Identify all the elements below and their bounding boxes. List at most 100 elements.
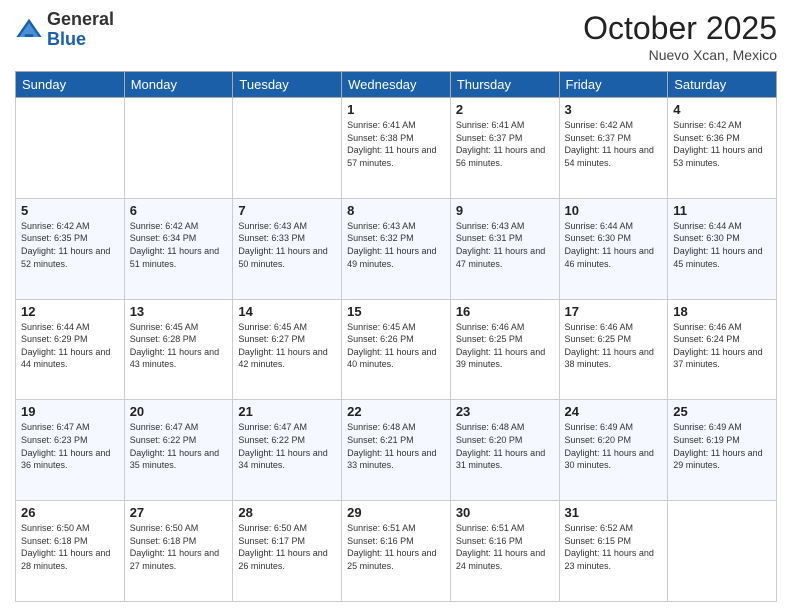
day-number: 1 xyxy=(347,102,445,117)
day-cell-10: 10Sunrise: 6:44 AM Sunset: 6:30 PM Dayli… xyxy=(559,198,668,299)
day-number: 14 xyxy=(238,304,336,319)
calendar-table: SundayMondayTuesdayWednesdayThursdayFrid… xyxy=(15,71,777,602)
day-cell-7: 7 Sunrise: 6:43 AM Sunset: 6:33 PM Daylig… xyxy=(233,198,342,299)
day-info: Sunrise: 6:51 AM Sunset: 6:16 PM Dayligh… xyxy=(347,522,445,572)
day-info: Sunrise: 6:47 AM Sunset: 6:22 PM Dayligh… xyxy=(238,421,336,471)
day-number: 6 xyxy=(130,203,228,218)
day-number: 30 xyxy=(456,505,554,520)
day-info: Sunrise: 6:43 AM Sunset: 6:33 PM Dayligh… xyxy=(238,220,336,270)
day-number: 11 xyxy=(673,203,771,218)
day-info: Sunrise: 6:49 AM Sunset: 6:19 PM Dayligh… xyxy=(673,421,771,471)
day-cell-29: 29 Sunrise: 6:51 AM Sunset: 6:16 PM Dayli… xyxy=(342,501,451,602)
title-block: October 2025 Nuevo Xcan, Mexico xyxy=(583,10,777,63)
day-info: Sunrise: 6:45 AM Sunset: 6:28 PM Dayligh… xyxy=(130,321,228,371)
day-info: Sunrise: 6:47 AM Sunset: 6:22 PM Dayligh… xyxy=(130,421,228,471)
day-cell-4: 4 Sunrise: 6:42 AM Sunset: 6:36 PM Daylig… xyxy=(668,98,777,199)
day-info: Sunrise: 6:44 AM Sunset: 6:30 PM Dayligh… xyxy=(673,220,771,270)
day-info: Sunrise: 6:43 AM Sunset: 6:32 PM Dayligh… xyxy=(347,220,445,270)
day-number: 23 xyxy=(456,404,554,419)
day-number: 5 xyxy=(21,203,119,218)
col-header-sunday: Sunday xyxy=(16,72,125,98)
day-info: Sunrise: 6:42 AM Sunset: 6:34 PM Dayligh… xyxy=(130,220,228,270)
day-info: Sunrise: 6:44 AM Sunset: 6:29 PM Dayligh… xyxy=(21,321,119,371)
empty-cell xyxy=(233,98,342,199)
day-number: 13 xyxy=(130,304,228,319)
day-cell-24: 24 Sunrise: 6:49 AM Sunset: 6:20 PM Dayli… xyxy=(559,400,668,501)
empty-cell xyxy=(124,98,233,199)
logo-icon xyxy=(15,16,43,44)
empty-cell xyxy=(668,501,777,602)
day-number: 18 xyxy=(673,304,771,319)
day-info: Sunrise: 6:42 AM Sunset: 6:35 PM Dayligh… xyxy=(21,220,119,270)
day-cell-14: 14 Sunrise: 6:45 AM Sunset: 6:27 PM Dayli… xyxy=(233,299,342,400)
week-row-4: 19Sunrise: 6:47 AM Sunset: 6:23 PM Dayli… xyxy=(16,400,777,501)
day-cell-25: 25 Sunrise: 6:49 AM Sunset: 6:19 PM Dayli… xyxy=(668,400,777,501)
col-header-monday: Monday xyxy=(124,72,233,98)
day-info: Sunrise: 6:51 AM Sunset: 6:16 PM Dayligh… xyxy=(456,522,554,572)
week-row-5: 26Sunrise: 6:50 AM Sunset: 6:18 PM Dayli… xyxy=(16,501,777,602)
page: General Blue October 2025 Nuevo Xcan, Me… xyxy=(0,0,792,612)
col-header-friday: Friday xyxy=(559,72,668,98)
week-row-3: 12Sunrise: 6:44 AM Sunset: 6:29 PM Dayli… xyxy=(16,299,777,400)
day-number: 3 xyxy=(565,102,663,117)
day-number: 10 xyxy=(565,203,663,218)
day-cell-21: 21 Sunrise: 6:47 AM Sunset: 6:22 PM Dayli… xyxy=(233,400,342,501)
day-cell-26: 26Sunrise: 6:50 AM Sunset: 6:18 PM Dayli… xyxy=(16,501,125,602)
day-info: Sunrise: 6:46 AM Sunset: 6:25 PM Dayligh… xyxy=(456,321,554,371)
empty-cell xyxy=(16,98,125,199)
day-number: 31 xyxy=(565,505,663,520)
day-cell-30: 30 Sunrise: 6:51 AM Sunset: 6:16 PM Dayli… xyxy=(450,501,559,602)
day-cell-18: 18Sunrise: 6:46 AM Sunset: 6:24 PM Dayli… xyxy=(668,299,777,400)
month-title: October 2025 xyxy=(583,10,777,47)
day-number: 16 xyxy=(456,304,554,319)
day-cell-6: 6 Sunrise: 6:42 AM Sunset: 6:34 PM Daylig… xyxy=(124,198,233,299)
week-row-2: 5 Sunrise: 6:42 AM Sunset: 6:35 PM Daylig… xyxy=(16,198,777,299)
day-info: Sunrise: 6:45 AM Sunset: 6:27 PM Dayligh… xyxy=(238,321,336,371)
day-number: 17 xyxy=(565,304,663,319)
logo-general-text: General xyxy=(47,9,114,29)
day-cell-31: 31 Sunrise: 6:52 AM Sunset: 6:15 PM Dayli… xyxy=(559,501,668,602)
day-info: Sunrise: 6:50 AM Sunset: 6:18 PM Dayligh… xyxy=(21,522,119,572)
day-number: 27 xyxy=(130,505,228,520)
logo-blue-text: Blue xyxy=(47,29,86,49)
day-info: Sunrise: 6:50 AM Sunset: 6:18 PM Dayligh… xyxy=(130,522,228,572)
day-info: Sunrise: 6:45 AM Sunset: 6:26 PM Dayligh… xyxy=(347,321,445,371)
day-cell-15: 15 Sunrise: 6:45 AM Sunset: 6:26 PM Dayli… xyxy=(342,299,451,400)
day-cell-1: 1 Sunrise: 6:41 AM Sunset: 6:38 PM Daylig… xyxy=(342,98,451,199)
day-info: Sunrise: 6:52 AM Sunset: 6:15 PM Dayligh… xyxy=(565,522,663,572)
day-cell-5: 5 Sunrise: 6:42 AM Sunset: 6:35 PM Daylig… xyxy=(16,198,125,299)
day-info: Sunrise: 6:46 AM Sunset: 6:25 PM Dayligh… xyxy=(565,321,663,371)
logo: General Blue xyxy=(15,10,114,50)
day-cell-23: 23Sunrise: 6:48 AM Sunset: 6:20 PM Dayli… xyxy=(450,400,559,501)
day-number: 9 xyxy=(456,203,554,218)
day-info: Sunrise: 6:41 AM Sunset: 6:38 PM Dayligh… xyxy=(347,119,445,169)
day-number: 29 xyxy=(347,505,445,520)
logo-text: General Blue xyxy=(47,10,114,50)
day-cell-17: 17 Sunrise: 6:46 AM Sunset: 6:25 PM Dayli… xyxy=(559,299,668,400)
day-info: Sunrise: 6:43 AM Sunset: 6:31 PM Dayligh… xyxy=(456,220,554,270)
day-info: Sunrise: 6:47 AM Sunset: 6:23 PM Dayligh… xyxy=(21,421,119,471)
day-number: 28 xyxy=(238,505,336,520)
col-header-wednesday: Wednesday xyxy=(342,72,451,98)
day-cell-28: 28 Sunrise: 6:50 AM Sunset: 6:17 PM Dayli… xyxy=(233,501,342,602)
day-number: 7 xyxy=(238,203,336,218)
day-info: Sunrise: 6:49 AM Sunset: 6:20 PM Dayligh… xyxy=(565,421,663,471)
day-info: Sunrise: 6:48 AM Sunset: 6:21 PM Dayligh… xyxy=(347,421,445,471)
day-number: 22 xyxy=(347,404,445,419)
day-cell-12: 12Sunrise: 6:44 AM Sunset: 6:29 PM Dayli… xyxy=(16,299,125,400)
day-number: 4 xyxy=(673,102,771,117)
day-number: 20 xyxy=(130,404,228,419)
day-cell-13: 13 Sunrise: 6:45 AM Sunset: 6:28 PM Dayli… xyxy=(124,299,233,400)
day-number: 21 xyxy=(238,404,336,419)
day-cell-2: 2Sunrise: 6:41 AM Sunset: 6:37 PM Daylig… xyxy=(450,98,559,199)
day-cell-9: 9 Sunrise: 6:43 AM Sunset: 6:31 PM Daylig… xyxy=(450,198,559,299)
day-cell-22: 22 Sunrise: 6:48 AM Sunset: 6:21 PM Dayli… xyxy=(342,400,451,501)
col-header-saturday: Saturday xyxy=(668,72,777,98)
day-number: 25 xyxy=(673,404,771,419)
day-number: 15 xyxy=(347,304,445,319)
day-info: Sunrise: 6:42 AM Sunset: 6:36 PM Dayligh… xyxy=(673,119,771,169)
day-info: Sunrise: 6:50 AM Sunset: 6:17 PM Dayligh… xyxy=(238,522,336,572)
day-number: 24 xyxy=(565,404,663,419)
header: General Blue October 2025 Nuevo Xcan, Me… xyxy=(15,10,777,63)
day-number: 2 xyxy=(456,102,554,117)
